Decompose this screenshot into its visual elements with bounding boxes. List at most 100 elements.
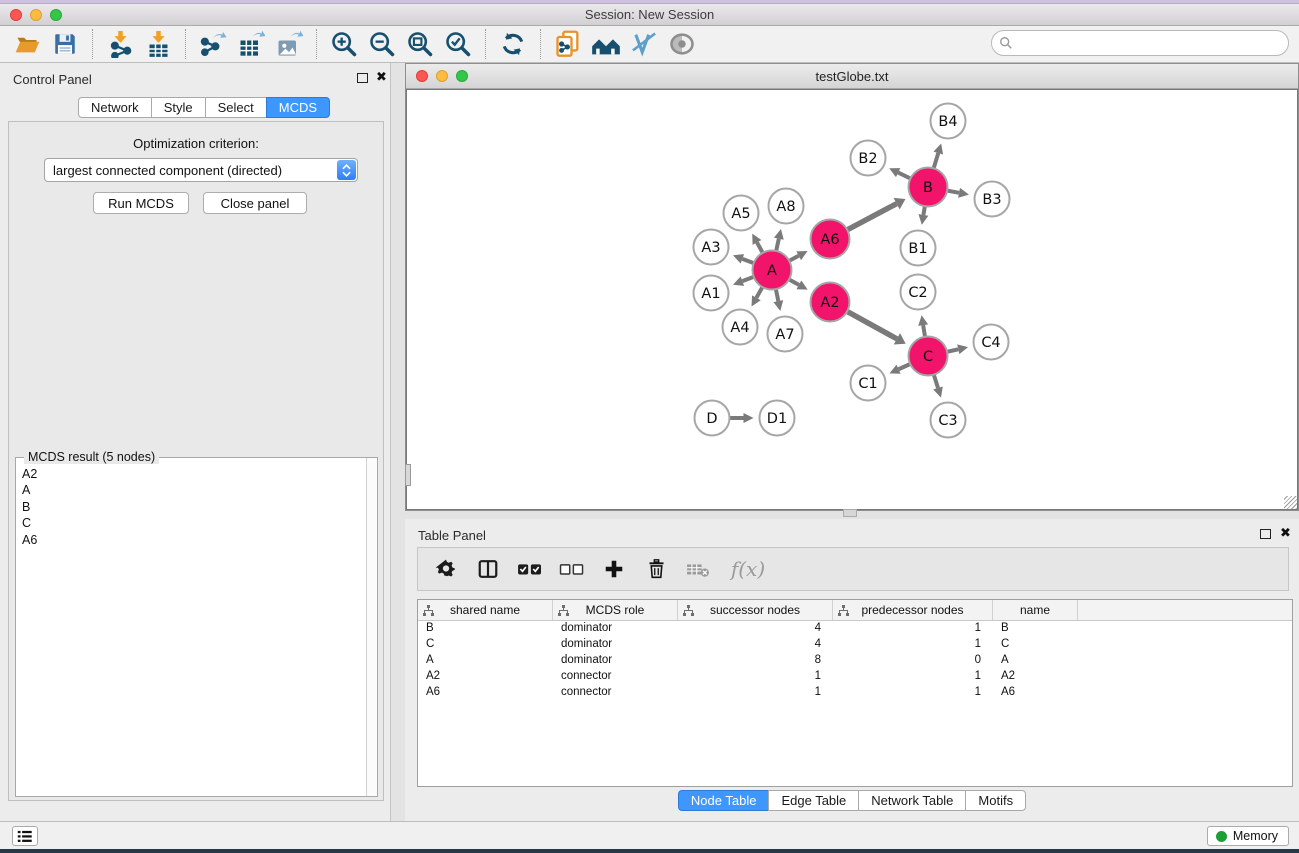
splitter-handle[interactable] bbox=[843, 509, 857, 517]
tab-node-table[interactable]: Node Table bbox=[678, 790, 770, 811]
table-options-gear-icon[interactable] bbox=[432, 555, 460, 583]
search-input[interactable] bbox=[991, 30, 1289, 56]
export-network-icon[interactable] bbox=[194, 29, 232, 59]
graph-node-A8[interactable]: A8 bbox=[769, 189, 804, 224]
table-cell-successor-nodes[interactable]: 1 bbox=[678, 669, 833, 685]
open-session-icon[interactable] bbox=[8, 29, 46, 59]
table-cell-name[interactable]: C bbox=[993, 637, 1078, 653]
result-list-item[interactable]: A6 bbox=[22, 532, 377, 548]
table-cell-MCDS-role[interactable]: dominator bbox=[553, 621, 678, 637]
graph-node-A[interactable]: A bbox=[753, 251, 792, 290]
first-neighbors-icon[interactable] bbox=[587, 29, 625, 59]
graph-node-A1[interactable]: A1 bbox=[694, 276, 729, 311]
table-cell-name[interactable]: B bbox=[993, 621, 1078, 637]
import-table-icon[interactable] bbox=[139, 29, 177, 59]
network-canvas[interactable]: B4 B2 B B3 A8 A5 A6 A3 B1 A A1 C2 A2 A4 A7 C4 C C1 D D1 C3 bbox=[406, 89, 1298, 510]
save-session-icon[interactable] bbox=[46, 29, 84, 59]
run-mcds-button[interactable]: Run MCDS bbox=[93, 192, 189, 214]
graph-node-B4[interactable]: B4 bbox=[931, 104, 966, 139]
show-all-columns-icon[interactable] bbox=[516, 555, 544, 583]
delete-table-icon[interactable] bbox=[684, 555, 712, 583]
export-image-icon[interactable] bbox=[270, 29, 308, 59]
table-cell-successor-nodes[interactable]: 8 bbox=[678, 653, 833, 669]
import-network-icon[interactable] bbox=[101, 29, 139, 59]
table-cell-predecessor-nodes[interactable]: 1 bbox=[833, 637, 993, 653]
graph-node-A6[interactable]: A6 bbox=[811, 220, 850, 259]
graph-node-A7[interactable]: A7 bbox=[768, 317, 803, 352]
table-row[interactable]: A2connector11A2 bbox=[418, 669, 1292, 685]
graph-node-A4[interactable]: A4 bbox=[723, 310, 758, 345]
zoom-out-icon[interactable] bbox=[363, 29, 401, 59]
tab-select[interactable]: Select bbox=[205, 97, 267, 118]
graph-node-A5[interactable]: A5 bbox=[724, 196, 759, 231]
graph-node-C1[interactable]: C1 bbox=[851, 366, 886, 401]
table-cell-successor-nodes[interactable]: 1 bbox=[678, 685, 833, 701]
export-table-icon[interactable] bbox=[232, 29, 270, 59]
table-row[interactable]: Bdominator41B bbox=[418, 621, 1292, 637]
tab-mcds[interactable]: MCDS bbox=[266, 97, 330, 118]
clone-network-icon[interactable] bbox=[549, 29, 587, 59]
canvas-left-grip[interactable] bbox=[405, 464, 411, 486]
column-header-MCDS-role[interactable]: MCDS role bbox=[553, 600, 678, 620]
graph-node-A2[interactable]: A2 bbox=[811, 283, 850, 322]
zoom-selected-icon[interactable] bbox=[439, 29, 477, 59]
result-list-item[interactable]: A bbox=[22, 482, 377, 498]
table-cell-shared-name[interactable]: C bbox=[418, 637, 553, 653]
table-cell-predecessor-nodes[interactable]: 1 bbox=[833, 621, 993, 637]
graph-node-C3[interactable]: C3 bbox=[931, 403, 966, 438]
table-cell-MCDS-role[interactable]: dominator bbox=[553, 653, 678, 669]
delete-columns-icon[interactable] bbox=[642, 555, 670, 583]
table-cell-shared-name[interactable]: A bbox=[418, 653, 553, 669]
graph-node-C[interactable]: C bbox=[909, 337, 948, 376]
table-row[interactable]: A6connector11A6 bbox=[418, 685, 1292, 701]
graph-node-C4[interactable]: C4 bbox=[974, 325, 1009, 360]
column-header-name[interactable]: name bbox=[993, 600, 1078, 620]
float-panel-icon[interactable] bbox=[357, 73, 368, 83]
table-panel-mode-icon[interactable] bbox=[474, 555, 502, 583]
graph-node-D[interactable]: D bbox=[695, 401, 730, 436]
memory-button[interactable]: Memory bbox=[1207, 826, 1289, 846]
close-panel-icon[interactable]: ✖ bbox=[376, 70, 387, 83]
column-header-successor-nodes[interactable]: successor nodes bbox=[678, 600, 833, 620]
table-cell-MCDS-role[interactable]: connector bbox=[553, 685, 678, 701]
graph-node-B[interactable]: B bbox=[909, 168, 948, 207]
function-builder-icon[interactable]: f(x) bbox=[726, 555, 770, 583]
show-graphics-details-icon[interactable] bbox=[625, 29, 663, 59]
column-header-predecessor-nodes[interactable]: predecessor nodes bbox=[833, 600, 993, 620]
result-list-item[interactable]: A2 bbox=[22, 466, 377, 482]
table-row[interactable]: Adominator80A bbox=[418, 653, 1292, 669]
table-cell-predecessor-nodes[interactable]: 0 bbox=[833, 653, 993, 669]
table-close-icon[interactable]: ✖ bbox=[1280, 526, 1291, 539]
table-cell-shared-name[interactable]: A2 bbox=[418, 669, 553, 685]
criterion-select[interactable]: largest connected component (directed) bbox=[44, 158, 358, 182]
tab-motifs[interactable]: Motifs bbox=[965, 790, 1026, 811]
table-cell-MCDS-role[interactable]: dominator bbox=[553, 637, 678, 653]
table-cell-name[interactable]: A6 bbox=[993, 685, 1078, 701]
graph-node-C2[interactable]: C2 bbox=[901, 275, 936, 310]
tab-style[interactable]: Style bbox=[151, 97, 206, 118]
graph-node-B2[interactable]: B2 bbox=[851, 141, 886, 176]
tab-edge-table[interactable]: Edge Table bbox=[768, 790, 859, 811]
column-header-shared-name[interactable]: shared name bbox=[418, 600, 553, 620]
create-column-icon[interactable] bbox=[600, 555, 628, 583]
table-cell-successor-nodes[interactable]: 4 bbox=[678, 621, 833, 637]
result-list-item[interactable]: C bbox=[22, 515, 377, 531]
tab-network[interactable]: Network bbox=[78, 97, 152, 118]
refresh-layout-icon[interactable] bbox=[494, 29, 532, 59]
result-scrollbar[interactable] bbox=[366, 458, 377, 796]
table-cell-name[interactable]: A bbox=[993, 653, 1078, 669]
table-cell-predecessor-nodes[interactable]: 1 bbox=[833, 685, 993, 701]
graph-node-B1[interactable]: B1 bbox=[901, 231, 936, 266]
eye-icon[interactable] bbox=[663, 29, 701, 59]
table-cell-shared-name[interactable]: A6 bbox=[418, 685, 553, 701]
table-cell-name[interactable]: A2 bbox=[993, 669, 1078, 685]
table-cell-shared-name[interactable]: B bbox=[418, 621, 553, 637]
result-list-item[interactable]: B bbox=[22, 499, 377, 515]
table-cell-MCDS-role[interactable]: connector bbox=[553, 669, 678, 685]
graph-node-D1[interactable]: D1 bbox=[760, 401, 795, 436]
close-panel-button[interactable]: Close panel bbox=[203, 192, 307, 214]
graph-node-B3[interactable]: B3 bbox=[975, 182, 1010, 217]
graph-node-A3[interactable]: A3 bbox=[694, 230, 729, 265]
tab-network-table[interactable]: Network Table bbox=[858, 790, 966, 811]
table-float-icon[interactable] bbox=[1260, 529, 1271, 539]
